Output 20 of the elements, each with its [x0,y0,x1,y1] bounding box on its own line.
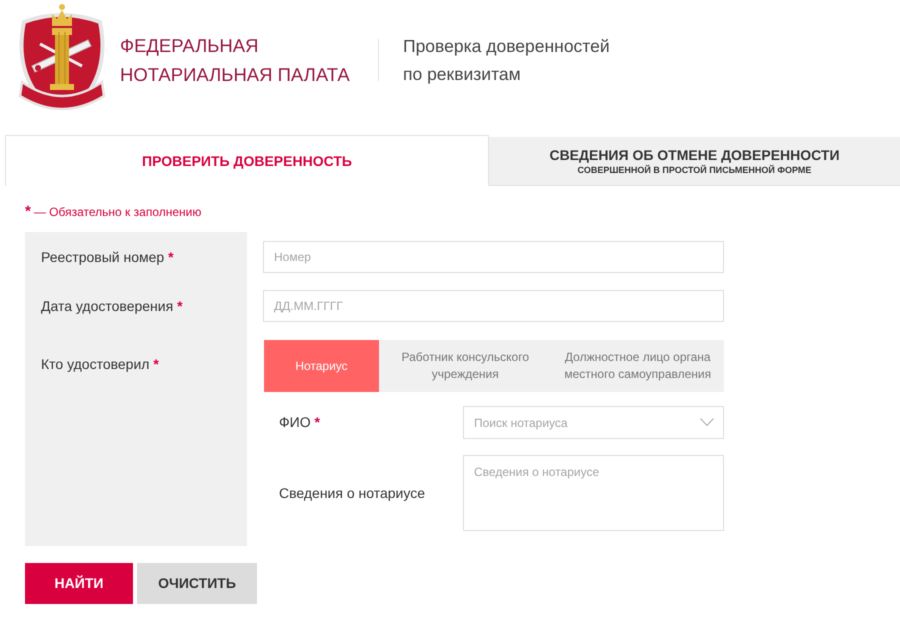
required-fields-note: * — Обязательно к заполнению [25,205,202,219]
organization-title: ФЕДЕРАЛЬНАЯ НОТАРИАЛЬНАЯ ПАЛАТА [120,34,350,87]
clear-button[interactable]: ОЧИСТИТЬ [137,563,257,604]
field-label: Реестровый номер * [41,248,174,267]
page-subtitle: Проверка доверенностей по реквизитам [403,35,610,86]
input-field[interactable]: ДД.ММ.ГГГГ [263,290,724,322]
field-label: Дата удостоверения * [41,296,183,316]
search-select-field[interactable]: Поиск нотариуса [463,406,724,439]
segment-option[interactable]: Работник консульского учреждения [379,340,552,392]
tab[interactable]: СВЕДЕНИЯ ОБ ОТМЕНЕ ДОВЕРЕННОСТИ СОВЕРШЕННОЙ В ПРОСТОЙ ПИСЬМЕННОЙ ФОРМЕ [489,137,900,186]
segment-option[interactable]: Нотариус [264,340,379,392]
segment-option[interactable]: Должностное лицо органа местного самоуправления [552,340,724,392]
search-button[interactable]: НАЙТИ [25,563,133,604]
input-field[interactable]: Номер [263,241,724,273]
chevron-down-icon[interactable] [700,418,714,426]
text-area-field[interactable]: Сведения о нотариусе [463,455,724,531]
tab[interactable]: ПРОВЕРИТЬ ДОВЕРЕННОСТЬ [5,135,489,186]
field-label: Сведения о нотариусе [279,484,426,503]
field-label: Кто удостоверил * [41,355,159,374]
field-label: ФИО * [279,413,320,432]
